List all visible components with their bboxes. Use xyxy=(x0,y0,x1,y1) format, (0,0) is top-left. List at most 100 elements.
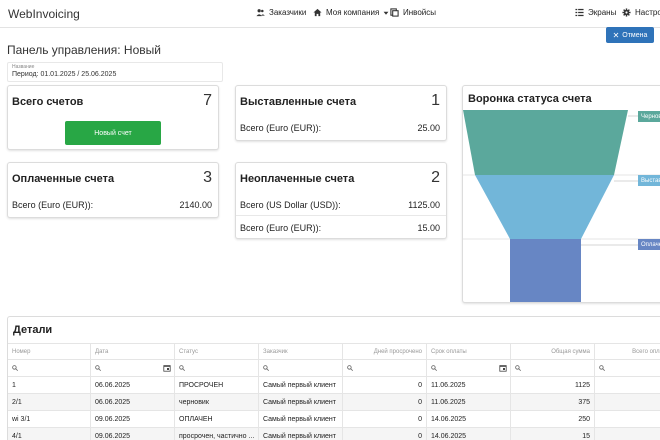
card-total-count: 7 xyxy=(203,92,212,109)
users-icon xyxy=(256,9,265,17)
cell-number: wi 3/1 xyxy=(8,411,91,427)
cell-number: 4/1 xyxy=(8,428,91,440)
col-header-total-amount[interactable]: Общая сумма xyxy=(511,344,595,359)
cell-due-date: 11.06.2025 xyxy=(427,394,511,410)
details-title: Детали xyxy=(13,324,53,336)
details-panel: Детали Номер Дата Статус Заказчик Дней п… xyxy=(7,316,660,440)
col-header-total-paid[interactable]: Всего опла xyxy=(595,344,660,359)
grid-filter-row xyxy=(8,359,660,376)
cell-customer: Самый первый клиент xyxy=(259,411,343,427)
nav-invoices-label: Инвойсы xyxy=(403,8,436,17)
nav-my-company-label: Моя компания xyxy=(326,8,380,17)
search-icon xyxy=(12,365,18,371)
gear-icon xyxy=(622,8,631,17)
funnel-chart xyxy=(463,110,660,303)
nav-screens[interactable]: Экраны xyxy=(575,8,616,17)
table-row[interactable]: wi 3/1 09.06.2025 ОПЛАЧЕН Самый первый к… xyxy=(8,410,660,427)
col-header-number[interactable]: Номер xyxy=(8,344,91,359)
cell-due-date: 14.06.2025 xyxy=(427,428,511,440)
card-total-invoices: Всего счетов 7 Новый счет xyxy=(7,85,219,150)
cell-date: 09.06.2025 xyxy=(91,411,175,427)
col-header-due-date[interactable]: Срок оплаты xyxy=(427,344,511,359)
cancel-button[interactable]: ✕ Отмена xyxy=(606,27,654,43)
cell-status: просрочен, частично ... xyxy=(175,428,259,440)
search-icon xyxy=(347,365,353,371)
nav-settings[interactable]: Настрой xyxy=(622,8,660,17)
col-header-date[interactable]: Дата xyxy=(91,344,175,359)
card-paid-count: 3 xyxy=(203,169,212,186)
card-issued-invoices: Выставленные счета 1 Всего (Euro (EUR)):… xyxy=(235,85,447,141)
funnel-label-paid: Оплачен xyxy=(638,239,660,250)
card-paid-total-value: 2140.00 xyxy=(179,200,212,210)
card-unpaid-eur-label: Всего (Euro (EUR)): xyxy=(240,223,322,233)
funnel-title: Воронка статуса счета xyxy=(468,93,592,105)
cell-due-date: 11.06.2025 xyxy=(427,377,511,393)
nav-settings-label: Настрой xyxy=(635,8,660,17)
name-field-value: Период: 01.01.2025 / 25.06.2025 xyxy=(12,71,117,78)
col-header-customer[interactable]: Заказчик xyxy=(259,344,343,359)
search-icon xyxy=(179,365,185,371)
card-unpaid-eur-value: 15.00 xyxy=(417,223,440,233)
filter-total-amount[interactable] xyxy=(511,360,595,376)
filter-due-date[interactable] xyxy=(427,360,511,376)
card-issued-count: 1 xyxy=(431,92,440,109)
card-total-title: Всего счетов xyxy=(12,96,84,108)
cell-date: 09.06.2025 xyxy=(91,428,175,440)
home-icon xyxy=(313,8,322,17)
card-paid-total-label: Всего (Euro (EUR)): xyxy=(12,200,94,210)
table-row[interactable]: 4/1 09.06.2025 просрочен, частично ... С… xyxy=(8,427,660,440)
search-icon xyxy=(515,365,521,371)
cell-days-overdue: 0 xyxy=(343,428,427,440)
cell-status: черновик xyxy=(175,394,259,410)
new-invoice-button[interactable]: Новый счет xyxy=(65,121,161,145)
nav-invoices[interactable]: Инвойсы xyxy=(390,8,436,17)
table-row[interactable]: 1 06.06.2025 ПРОСРОЧЕН Самый первый клие… xyxy=(8,376,660,393)
filter-days-overdue[interactable] xyxy=(343,360,427,376)
caret-down-icon xyxy=(383,11,389,15)
cell-date: 06.06.2025 xyxy=(91,377,175,393)
filter-status[interactable] xyxy=(175,360,259,376)
cell-total-paid xyxy=(595,394,660,410)
calendar-icon[interactable] xyxy=(163,364,171,372)
col-header-status[interactable]: Статус xyxy=(175,344,259,359)
documents-icon xyxy=(390,8,399,17)
cell-customer: Самый первый клиент xyxy=(259,428,343,440)
close-icon: ✕ xyxy=(612,30,620,40)
search-icon xyxy=(431,365,437,371)
cell-total-amount: 15 xyxy=(511,428,595,440)
filter-total-paid[interactable] xyxy=(595,360,660,376)
cell-status: ПРОСРОЧЕН xyxy=(175,377,259,393)
page-title: Панель управления: Новый xyxy=(7,43,161,57)
calendar-icon[interactable] xyxy=(499,364,507,372)
funnel-stage-issued[interactable] xyxy=(475,175,614,239)
card-issued-total-label: Всего (Euro (EUR)): xyxy=(240,123,322,133)
cell-days-overdue: 0 xyxy=(343,411,427,427)
search-icon xyxy=(599,365,605,371)
grid-header-row: Номер Дата Статус Заказчик Дней просроче… xyxy=(8,343,660,359)
cell-customer: Самый первый клиент xyxy=(259,377,343,393)
filter-number[interactable] xyxy=(8,360,91,376)
search-icon xyxy=(263,365,269,371)
funnel-stage-draft[interactable] xyxy=(463,110,628,175)
list-icon xyxy=(575,8,584,17)
cell-total-paid xyxy=(595,411,660,427)
nav-my-company[interactable]: Моя компания xyxy=(313,8,389,17)
card-issued-total-value: 25.00 xyxy=(417,123,440,133)
brand-logo[interactable]: WebInvoicing xyxy=(8,7,80,21)
top-navbar: WebInvoicing Заказчики Моя компания Инво… xyxy=(0,0,660,28)
card-unpaid-title: Неоплаченные счета xyxy=(240,173,355,185)
funnel-stage-paid[interactable] xyxy=(510,239,581,303)
table-row[interactable]: 2/1 06.06.2025 черновик Самый первый кли… xyxy=(8,393,660,410)
cell-total-amount: 375 xyxy=(511,394,595,410)
card-unpaid-invoices: Неоплаченные счета 2 Всего (US Dollar (U… xyxy=(235,162,447,239)
col-header-days-overdue[interactable]: Дней просрочено xyxy=(343,344,427,359)
search-icon xyxy=(95,365,101,371)
cell-date: 06.06.2025 xyxy=(91,394,175,410)
name-field[interactable]: Название Период: 01.01.2025 / 25.06.2025 xyxy=(7,62,223,82)
card-issued-title: Выставленные счета xyxy=(240,96,357,108)
card-unpaid-usd-label: Всего (US Dollar (USD)): xyxy=(240,200,341,210)
funnel-label-issued: Выставлен xyxy=(638,175,660,186)
filter-date[interactable] xyxy=(91,360,175,376)
filter-customer[interactable] xyxy=(259,360,343,376)
nav-customers[interactable]: Заказчики xyxy=(256,8,306,17)
